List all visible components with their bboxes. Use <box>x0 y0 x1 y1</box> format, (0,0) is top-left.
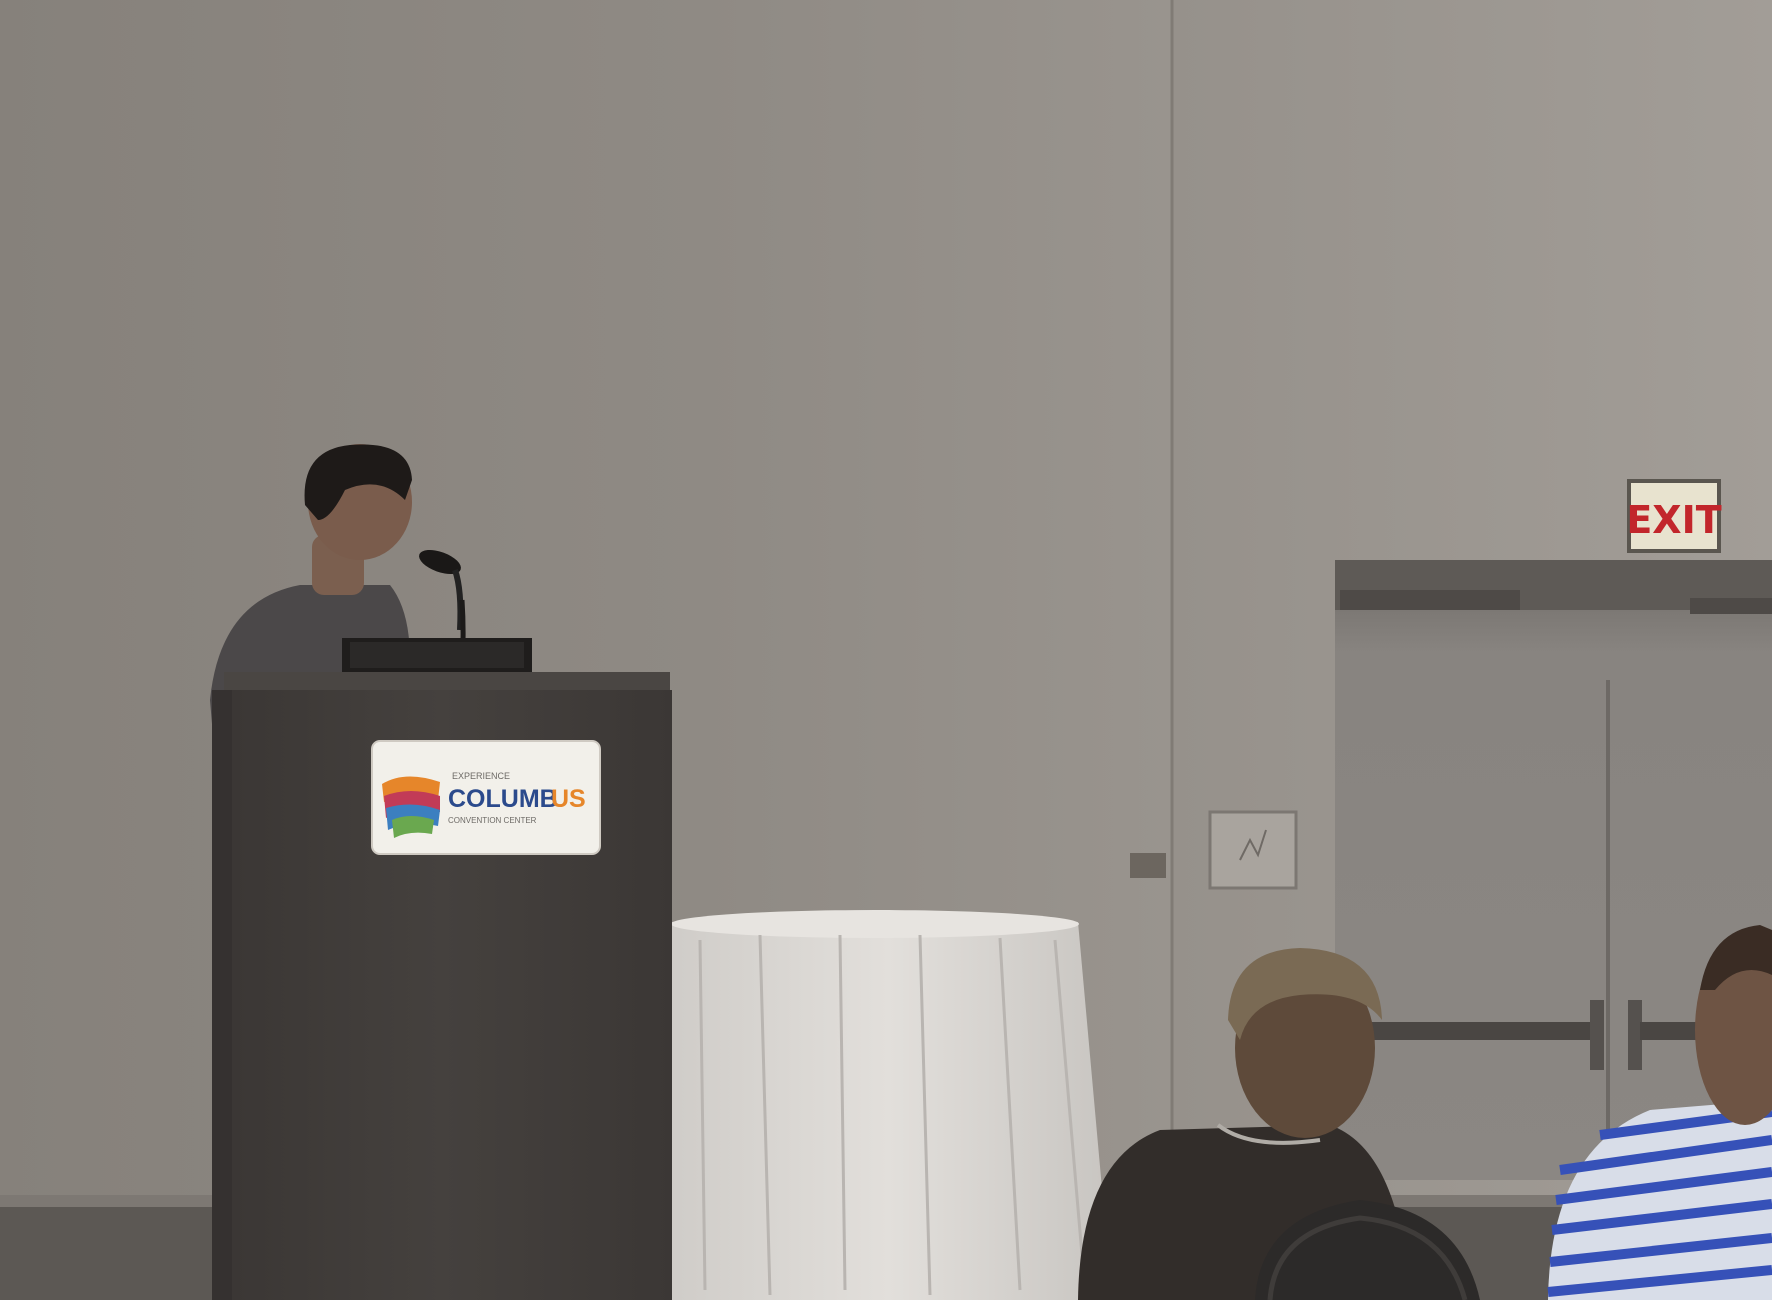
door-push-bar-left <box>1372 1022 1592 1040</box>
exit-sign: EXIT <box>1626 479 1722 553</box>
wall-switch <box>1130 853 1166 878</box>
logo-tagline: EXPERIENCE <box>452 771 510 781</box>
conference-room-scene: EXIT EXPERIENCE COLUMB US CONVENTION CEN… <box>0 0 1772 1300</box>
podium-logo-plate: EXPERIENCE COLUMB US CONVENTION CENTER <box>371 740 601 855</box>
logo-main-left: COLUMB <box>448 785 558 813</box>
logo-main-right: US <box>551 785 586 813</box>
cocktail-table <box>666 910 1112 1300</box>
exit-sign-text: EXIT <box>1626 498 1721 542</box>
podium: EXPERIENCE COLUMB US CONVENTION CENTER <box>212 672 672 1300</box>
wall-plaque <box>1208 810 1298 890</box>
logo-subtitle: CONVENTION CENTER <box>448 816 537 825</box>
laptop <box>342 638 532 672</box>
